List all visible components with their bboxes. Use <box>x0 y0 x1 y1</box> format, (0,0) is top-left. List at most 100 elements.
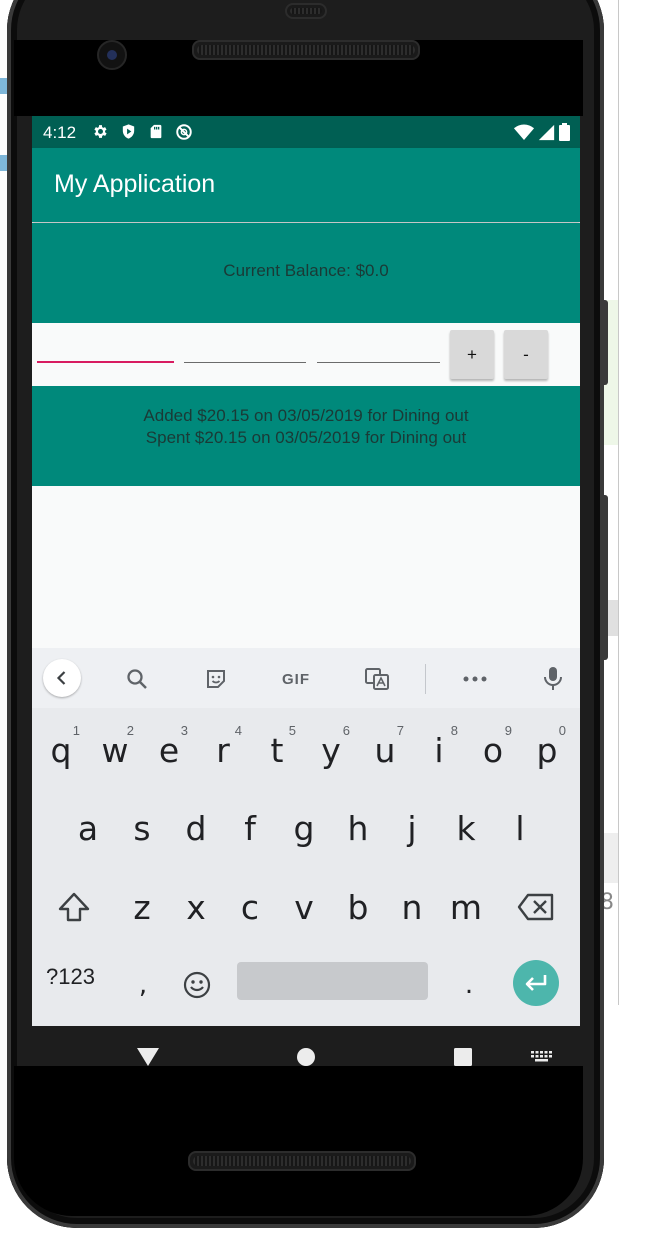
keyboard-toolbar: GIF <box>32 648 580 708</box>
comma-key[interactable]: , <box>116 954 170 1016</box>
key-label: u <box>374 730 396 770</box>
date-field-underline <box>184 362 306 363</box>
key-a[interactable]: a <box>61 797 115 859</box>
chevron-left-icon[interactable] <box>43 659 81 697</box>
status-bar: 4:12 <box>32 116 580 148</box>
toolbar-divider <box>425 664 426 694</box>
key-m[interactable]: m <box>439 876 493 938</box>
key-g[interactable]: g <box>277 797 331 859</box>
period-key[interactable]: . <box>442 954 496 1016</box>
date-field[interactable] <box>184 323 306 363</box>
key-t[interactable]: t5 <box>250 719 304 781</box>
bg-left-accent <box>0 78 7 94</box>
battery-icon <box>559 123 570 146</box>
key-x[interactable]: x <box>169 876 223 938</box>
key-b[interactable]: b <box>331 876 385 938</box>
device-screen: 4:12 My Application Current Balance: $0.… <box>32 116 580 1026</box>
amount-field[interactable] <box>37 323 174 363</box>
key-label: d <box>185 808 207 848</box>
category-field-underline <box>317 362 440 363</box>
shift-arrow-icon <box>58 892 90 922</box>
key-h[interactable]: h <box>331 797 385 859</box>
add-button[interactable]: + <box>450 330 494 379</box>
home-circle-icon[interactable] <box>296 1047 316 1067</box>
key-u[interactable]: u7 <box>358 719 412 781</box>
key-label: k <box>456 808 476 848</box>
backspace-key[interactable] <box>509 876 563 938</box>
gif-icon[interactable]: GIF <box>278 662 314 696</box>
search-icon[interactable] <box>120 662 154 696</box>
key-w[interactable]: w2 <box>88 719 142 781</box>
bg-left-accent <box>0 155 7 171</box>
balance-panel: Current Balance: $0.0 <box>32 223 580 323</box>
recents-square-icon[interactable] <box>453 1047 473 1067</box>
shift-key[interactable] <box>48 990 102 1026</box>
key-z[interactable]: z <box>115 876 169 938</box>
wifi-icon <box>514 124 534 146</box>
key-label: b <box>347 887 369 927</box>
key-hint: 4 <box>234 723 242 738</box>
key-label: . <box>464 970 474 1000</box>
key-hint: 5 <box>288 723 296 738</box>
app-bar: My Application <box>32 148 580 222</box>
key-label: t <box>270 730 284 770</box>
key-label: o <box>482 730 504 770</box>
key-hint: 3 <box>180 723 188 738</box>
key-label: w <box>101 730 129 770</box>
key-c[interactable]: c <box>223 876 277 938</box>
subtract-button[interactable]: - <box>504 330 548 379</box>
key-d[interactable]: d <box>169 797 223 859</box>
key-o[interactable]: o9 <box>466 719 520 781</box>
key-e[interactable]: e3 <box>142 719 196 781</box>
key-label: j <box>407 808 417 848</box>
key-hint: 0 <box>558 723 566 738</box>
current-balance-text: Current Balance: $0.0 <box>223 261 389 280</box>
bg-gray-bar <box>604 833 618 883</box>
gear-icon <box>92 123 109 146</box>
sd-card-icon <box>148 123 164 146</box>
key-q[interactable]: q1 <box>34 719 88 781</box>
key-r[interactable]: r4 <box>196 719 250 781</box>
key-label: y <box>321 730 341 770</box>
soft-keyboard: GIF q1 w2 e3 r4 t5 y6 u7 i8 o9 p0 a s d … <box>32 648 580 1026</box>
key-y[interactable]: y6 <box>304 719 358 781</box>
key-label: h <box>347 808 369 848</box>
key-f[interactable]: f <box>223 797 277 859</box>
history-entry: Added $20.15 on 03/05/2019 for Dining ou… <box>143 406 469 425</box>
key-n[interactable]: n <box>385 876 439 938</box>
key-i[interactable]: i8 <box>412 719 466 781</box>
key-hint: 8 <box>450 723 458 738</box>
translate-icon[interactable] <box>360 662 394 696</box>
key-p[interactable]: p0 <box>520 719 574 781</box>
sticker-icon[interactable] <box>199 662 233 696</box>
key-label: m <box>449 887 483 927</box>
shift-key[interactable] <box>47 876 101 938</box>
key-label: , <box>138 970 148 1000</box>
front-camera <box>97 40 127 70</box>
key-hint: 9 <box>504 723 512 738</box>
key-label: s <box>133 808 151 848</box>
key-hint: 1 <box>72 723 80 738</box>
key-j[interactable]: j <box>385 797 439 859</box>
symbols-key[interactable]: ?123 <box>46 964 95 990</box>
key-s[interactable]: s <box>115 797 169 859</box>
key-label: c <box>240 887 260 927</box>
earpiece-speaker <box>192 40 420 60</box>
enter-arrow-icon <box>525 975 547 991</box>
no-sync-icon <box>175 123 193 146</box>
mic-icon[interactable] <box>536 662 570 696</box>
key-v[interactable]: v <box>277 876 331 938</box>
keyboard-switch-icon[interactable] <box>531 1051 553 1063</box>
emoji-key[interactable] <box>170 954 224 1016</box>
enter-key[interactable] <box>513 960 559 1006</box>
space-bar[interactable] <box>237 962 428 1000</box>
key-k[interactable]: k <box>439 797 493 859</box>
back-triangle-icon[interactable] <box>136 1047 160 1067</box>
key-label: z <box>133 887 151 927</box>
key-l[interactable]: l <box>493 797 547 859</box>
category-field[interactable] <box>317 323 440 363</box>
top-sensor-slot <box>285 3 327 19</box>
history-entry: Spent $20.15 on 03/05/2019 for Dining ou… <box>145 428 467 447</box>
navigation-bar <box>0 1026 650 1086</box>
more-icon[interactable] <box>458 662 492 696</box>
